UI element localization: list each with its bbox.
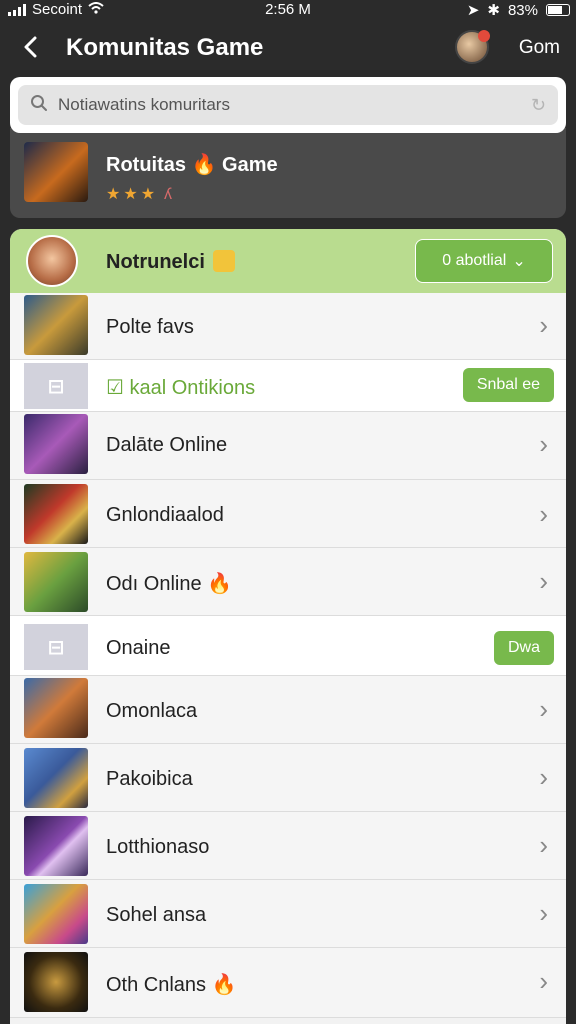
chevron-right-icon: › — [539, 762, 548, 792]
game-thumbnail — [24, 552, 88, 612]
community-avatar — [26, 235, 78, 287]
community-title: Notrunelci — [106, 250, 235, 274]
list-item-label: Dalāte Online — [106, 434, 228, 456]
game-thumbnail — [24, 952, 88, 1012]
emoji-icon — [212, 250, 235, 272]
search-placeholder: Notiawatins komuritars — [58, 95, 230, 114]
list-item[interactable]: Dalāte Online › — [10, 412, 566, 480]
list-item[interactable]: Oth Cnlans 🔥 › — [10, 948, 566, 1018]
list-item[interactable]: Omonlaca › — [10, 676, 566, 744]
chevron-right-icon: › — [539, 830, 548, 860]
list-item-label: Gnlondiaalod — [106, 504, 224, 526]
section-label: ☑ kaal Ontikions — [106, 377, 256, 399]
navigation-bar: Komunitas Game Gom — [0, 22, 576, 74]
battery-percent: 83% — [507, 1, 538, 19]
profile-avatar[interactable] — [455, 30, 490, 64]
list-item[interactable]: Polte favs › — [10, 293, 566, 360]
section-row: ⊟ ☑ kaal Ontikions Snbal ee — [10, 360, 566, 412]
list-item-label: Omonlaca — [106, 700, 198, 722]
document-icon: ⊟ — [24, 624, 88, 670]
fire-icon: 🔥 — [211, 974, 237, 996]
list-item-label: Odı Online 🔥 — [106, 573, 233, 595]
chevron-right-icon: › — [539, 966, 548, 996]
fire-icon: 🔥 — [207, 573, 233, 595]
refresh-icon[interactable]: ↻ — [531, 95, 546, 116]
section-action-button[interactable]: Dwa — [493, 631, 554, 665]
list-item-label: Oth Cnlans 🔥 — [106, 974, 237, 996]
chevron-right-icon: › — [539, 694, 548, 724]
game-thumbnail — [24, 816, 88, 876]
bluetooth-icon: ✱ — [487, 2, 500, 19]
list-item[interactable]: Odı Online 🔥 › — [10, 548, 566, 616]
section-label: Onaine — [106, 637, 171, 659]
search-input[interactable]: Notiawatins komuritars ↻ — [18, 85, 558, 125]
featured-rating: ★★★ ʎ — [106, 184, 172, 204]
list-item[interactable]: Lotthionaso › — [10, 812, 566, 880]
featured-community[interactable]: Rotuitas 🔥 Game ★★★ ʎ — [10, 128, 566, 218]
fire-icon: 🔥 — [191, 154, 217, 176]
battery-icon — [546, 4, 570, 16]
list-item-label: Sohel ansa — [106, 904, 207, 926]
document-icon: ⊟ — [24, 363, 88, 409]
chevron-right-icon: › — [539, 898, 548, 928]
chevron-right-icon: › — [539, 310, 548, 340]
game-thumbnail — [24, 884, 88, 944]
chevron-right-icon: › — [539, 566, 548, 596]
game-thumbnail — [24, 484, 88, 544]
list-item-label: Pakoibica — [106, 768, 193, 790]
game-thumbnail — [24, 748, 88, 808]
community-header: Notrunelci 0 abotlial ⌄ — [10, 229, 566, 293]
nav-right-button[interactable]: Gom — [519, 37, 560, 59]
search-container: Notiawatins komuritars ↻ — [10, 77, 566, 133]
featured-title: Rotuitas 🔥 Game — [106, 154, 278, 176]
list-item[interactable]: Gnlondiaalod › — [10, 480, 566, 548]
community-list: Notrunelci 0 abotlial ⌄ Polte favs › ⊟ ☑… — [10, 229, 566, 1024]
star-rating: ★★★ — [106, 186, 159, 203]
list-item[interactable]: Pakoibica › — [10, 744, 566, 812]
featured-game-thumbnail — [24, 142, 88, 202]
chevron-right-icon: › — [539, 429, 548, 459]
chevron-right-icon: › — [539, 499, 548, 529]
rating-mark: ʎ — [164, 186, 173, 203]
page-title: Komunitas Game — [66, 34, 264, 61]
location-icon: ➤ — [466, 2, 480, 19]
community-dropdown-button[interactable]: 0 abotlial ⌄ — [415, 239, 553, 283]
list-item-label: Lotthionaso — [106, 836, 210, 858]
section-action-button[interactable]: Snbal ee — [462, 368, 554, 402]
checkbox-icon: ☑ — [106, 377, 124, 399]
list-item-label: Polte favs — [106, 316, 194, 338]
notification-dot — [478, 30, 490, 42]
chevron-down-icon: ⌄ — [512, 253, 526, 270]
game-thumbnail — [24, 414, 88, 474]
search-icon — [30, 94, 48, 117]
back-arrow-icon[interactable] — [18, 34, 42, 60]
status-bar: Secoint 2:56 M ➤ ✱ 83% — [0, 0, 576, 20]
list-item[interactable]: Sohel ansa › — [10, 880, 566, 948]
section-row: ⊟ Onaine Dwa — [10, 616, 566, 676]
game-thumbnail — [24, 295, 88, 355]
game-thumbnail — [24, 678, 88, 738]
